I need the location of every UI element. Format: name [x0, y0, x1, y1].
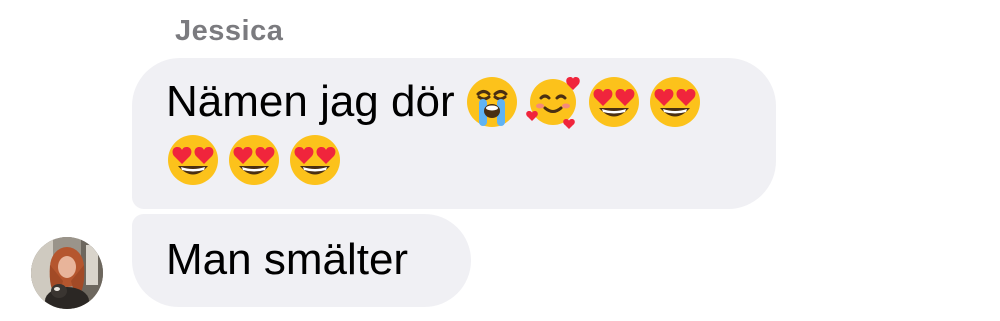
message-line: Nämen jag dör: [166, 73, 746, 131]
heart-eyes-emoji: [648, 75, 702, 129]
heart-eyes-emoji: [227, 133, 281, 187]
sender-name: Jessica: [175, 15, 284, 47]
heart-eyes-emoji: [166, 133, 220, 187]
message-thread: Jessica Nämen jag dör Man smälter: [0, 0, 1000, 321]
avatar[interactable]: [31, 237, 103, 309]
message-line: [166, 131, 746, 189]
smiling-face-with-hearts-emoji: [525, 75, 580, 129]
message-text: Man smälter: [166, 235, 409, 284]
message-bubble[interactable]: Man smälter: [132, 214, 471, 307]
loudly-crying-face-emoji: [465, 75, 519, 129]
message-bubble[interactable]: Nämen jag dör: [132, 58, 776, 209]
heart-eyes-emoji: [587, 75, 641, 129]
heart-eyes-emoji: [288, 133, 342, 187]
message-text: Nämen jag dör: [166, 77, 455, 126]
